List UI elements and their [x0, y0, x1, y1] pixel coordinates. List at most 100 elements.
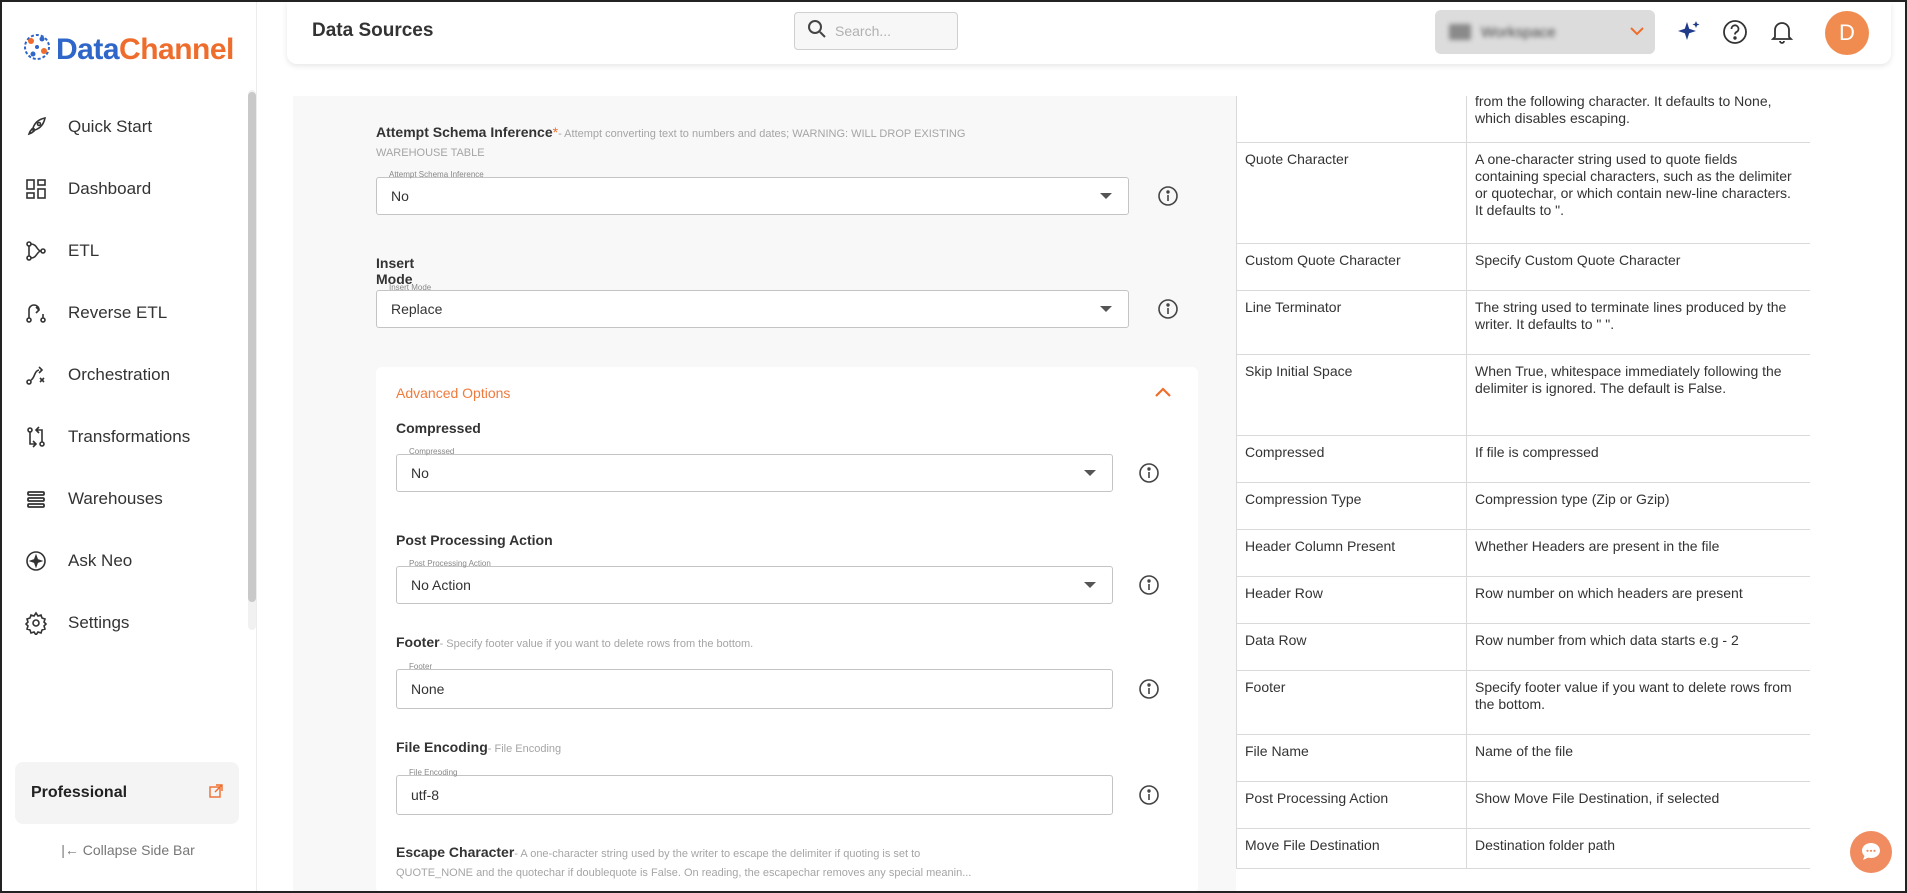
field-name-cell: Data Row [1236, 623, 1467, 671]
field-value: utf-8 [411, 787, 440, 803]
sidebar-item-transformations[interactable]: Transformations [2, 406, 250, 468]
reverse-etl-icon [22, 299, 50, 327]
field-description-cell: When True, whitespace immediately follow… [1466, 354, 1810, 436]
chat-button[interactable] [1850, 831, 1892, 873]
transformations-icon [22, 423, 50, 451]
file-encoding-input[interactable]: File Encoding utf-8 [396, 768, 1113, 815]
rocket-icon [22, 113, 50, 141]
field-description-cell: Show Move File Destination, if selected [1466, 781, 1810, 829]
sidebar-scrollbar-thumb[interactable] [248, 92, 256, 602]
field-name-cell: Header Column Present [1236, 529, 1467, 577]
info-icon[interactable] [1157, 185, 1179, 207]
logo[interactable]: DataChannel [22, 30, 234, 69]
sidebar-item-reverse-etl[interactable]: Reverse ETL [2, 282, 250, 344]
table-row: Post Processing Action Show Move File Des… [1236, 781, 1810, 829]
sidebar-item-warehouses[interactable]: Warehouses [2, 468, 250, 530]
table-row: Compression Type Compression type (Zip or… [1236, 482, 1810, 530]
field-description-cell: Row number from which data starts e.g - … [1466, 623, 1810, 671]
collapse-sidebar-button[interactable]: |← Collapse Side Bar [2, 842, 254, 858]
field-name-cell: Compressed [1236, 435, 1467, 483]
logo-icon [22, 30, 52, 69]
post-processing-select[interactable]: Post Processing Action No Action [396, 559, 1113, 604]
sidebar-item-orchestration[interactable]: Orchestration [2, 344, 250, 406]
field-name-cell: Header Row [1236, 576, 1467, 624]
ask-neo-icon [22, 547, 50, 575]
insert-mode-select[interactable]: Insert Mode Replace [376, 283, 1129, 328]
search-input[interactable] [835, 23, 945, 39]
help-icon[interactable] [1721, 18, 1749, 46]
field-description-cell: If file is compressed [1466, 435, 1810, 483]
footer-input[interactable]: Footer None [396, 662, 1113, 709]
table-row: Custom Quote Character Specify Custom Quo… [1236, 243, 1810, 291]
chat-icon [1862, 843, 1880, 860]
sidebar-item-dashboard[interactable]: Dashboard [2, 158, 250, 220]
field-name-cell: Move File Destination [1236, 828, 1467, 869]
external-link-icon[interactable] [209, 783, 223, 803]
search-icon [807, 19, 827, 44]
info-icon[interactable] [1157, 298, 1179, 320]
field-description-cell: Specify footer value if you want to dele… [1466, 670, 1810, 735]
table-row: Line Terminator The string used to termin… [1236, 290, 1810, 355]
file-encoding-label: File Encoding- File Encoding [396, 739, 562, 755]
search-box[interactable] [794, 12, 958, 50]
field-legend: Attempt Schema Inference [389, 170, 484, 179]
escape-character-label: Escape Character- A one-character string… [396, 844, 972, 879]
sidebar-item-settings[interactable]: Settings [2, 592, 250, 654]
schema-inference-select[interactable]: Attempt Schema Inference No [376, 170, 1129, 215]
avatar[interactable]: D [1825, 11, 1869, 55]
caret-down-icon [1084, 582, 1096, 588]
field-name-cell: Skip Initial Space [1236, 354, 1467, 436]
advanced-options-toggle[interactable]: Advanced Options [396, 385, 510, 401]
field-value: Replace [391, 301, 443, 317]
plan-name: Professional [31, 784, 128, 801]
collapse-icon: |← [61, 842, 79, 858]
field-description-cell: Specify Custom Quote Character [1466, 243, 1810, 291]
table-row: Header Column Present Whether Headers are… [1236, 529, 1810, 577]
field-value: No [391, 188, 409, 204]
field-name-cell: Compression Type [1236, 482, 1467, 530]
sidebar-item-label: Settings [68, 613, 130, 632]
sidebar-item-ask-neo[interactable]: Ask Neo [2, 530, 250, 592]
sidebar-item-quick-start[interactable]: Quick Start [2, 96, 250, 158]
sparkle-ai-icon[interactable] [1675, 18, 1703, 46]
orchestration-icon [22, 361, 50, 389]
table-row: Quote Character A one-character string us… [1236, 142, 1810, 244]
field-description-cell: Whether Headers are present in the file [1466, 529, 1810, 577]
info-icon[interactable] [1138, 574, 1160, 596]
table-row: File Name Name of the file [1236, 734, 1810, 782]
bell-icon[interactable] [1768, 18, 1796, 46]
field-value: No [411, 465, 429, 481]
sidebar-item-label: Reverse ETL [68, 303, 168, 322]
field-value: None [411, 681, 445, 697]
field-description-cell: A one-character string used to quote fie… [1466, 142, 1810, 244]
info-icon[interactable] [1138, 678, 1160, 700]
field-name-cell: File Name [1236, 734, 1467, 782]
info-icon[interactable] [1138, 462, 1160, 484]
etl-icon [22, 237, 50, 265]
sidebar-item-label: Warehouses [68, 489, 163, 508]
field-description-cell: Row number on which headers are present [1466, 576, 1810, 624]
field-legend: Post Processing Action [409, 559, 491, 568]
compressed-select[interactable]: Compressed No [396, 447, 1113, 492]
workspace-selector[interactable]: Workspace [1435, 10, 1655, 54]
warehouses-icon [22, 485, 50, 513]
chevron-up-icon[interactable] [1154, 385, 1172, 403]
sidebar-item-etl[interactable]: ETL [2, 220, 250, 282]
sidebar-item-label: Transformations [68, 427, 191, 446]
field-name-cell: Quote Character [1236, 142, 1467, 244]
caret-down-icon [1100, 193, 1112, 199]
collapse-sidebar-label: Collapse Side Bar [82, 842, 195, 858]
schema-inference-label: Attempt Schema Inference*- Attempt conve… [376, 124, 966, 159]
field-legend: Footer [409, 662, 433, 671]
table-row: Header Row Row number on which headers ar… [1236, 576, 1810, 624]
info-icon[interactable] [1138, 784, 1160, 806]
field-value: No Action [411, 577, 471, 593]
field-name-cell: Post Processing Action [1236, 781, 1467, 829]
compressed-label: Compressed [396, 420, 481, 436]
table-row: from the following character. It default… [1236, 96, 1810, 143]
sidebar-item-label: Ask Neo [68, 551, 133, 570]
table-row: Move File Destination Destination folder … [1236, 828, 1810, 869]
advanced-options-panel: Advanced Options Compressed Compressed N… [376, 367, 1198, 893]
plan-card[interactable]: Professional [15, 762, 239, 824]
field-description-cell: from the following character. It default… [1466, 96, 1810, 143]
